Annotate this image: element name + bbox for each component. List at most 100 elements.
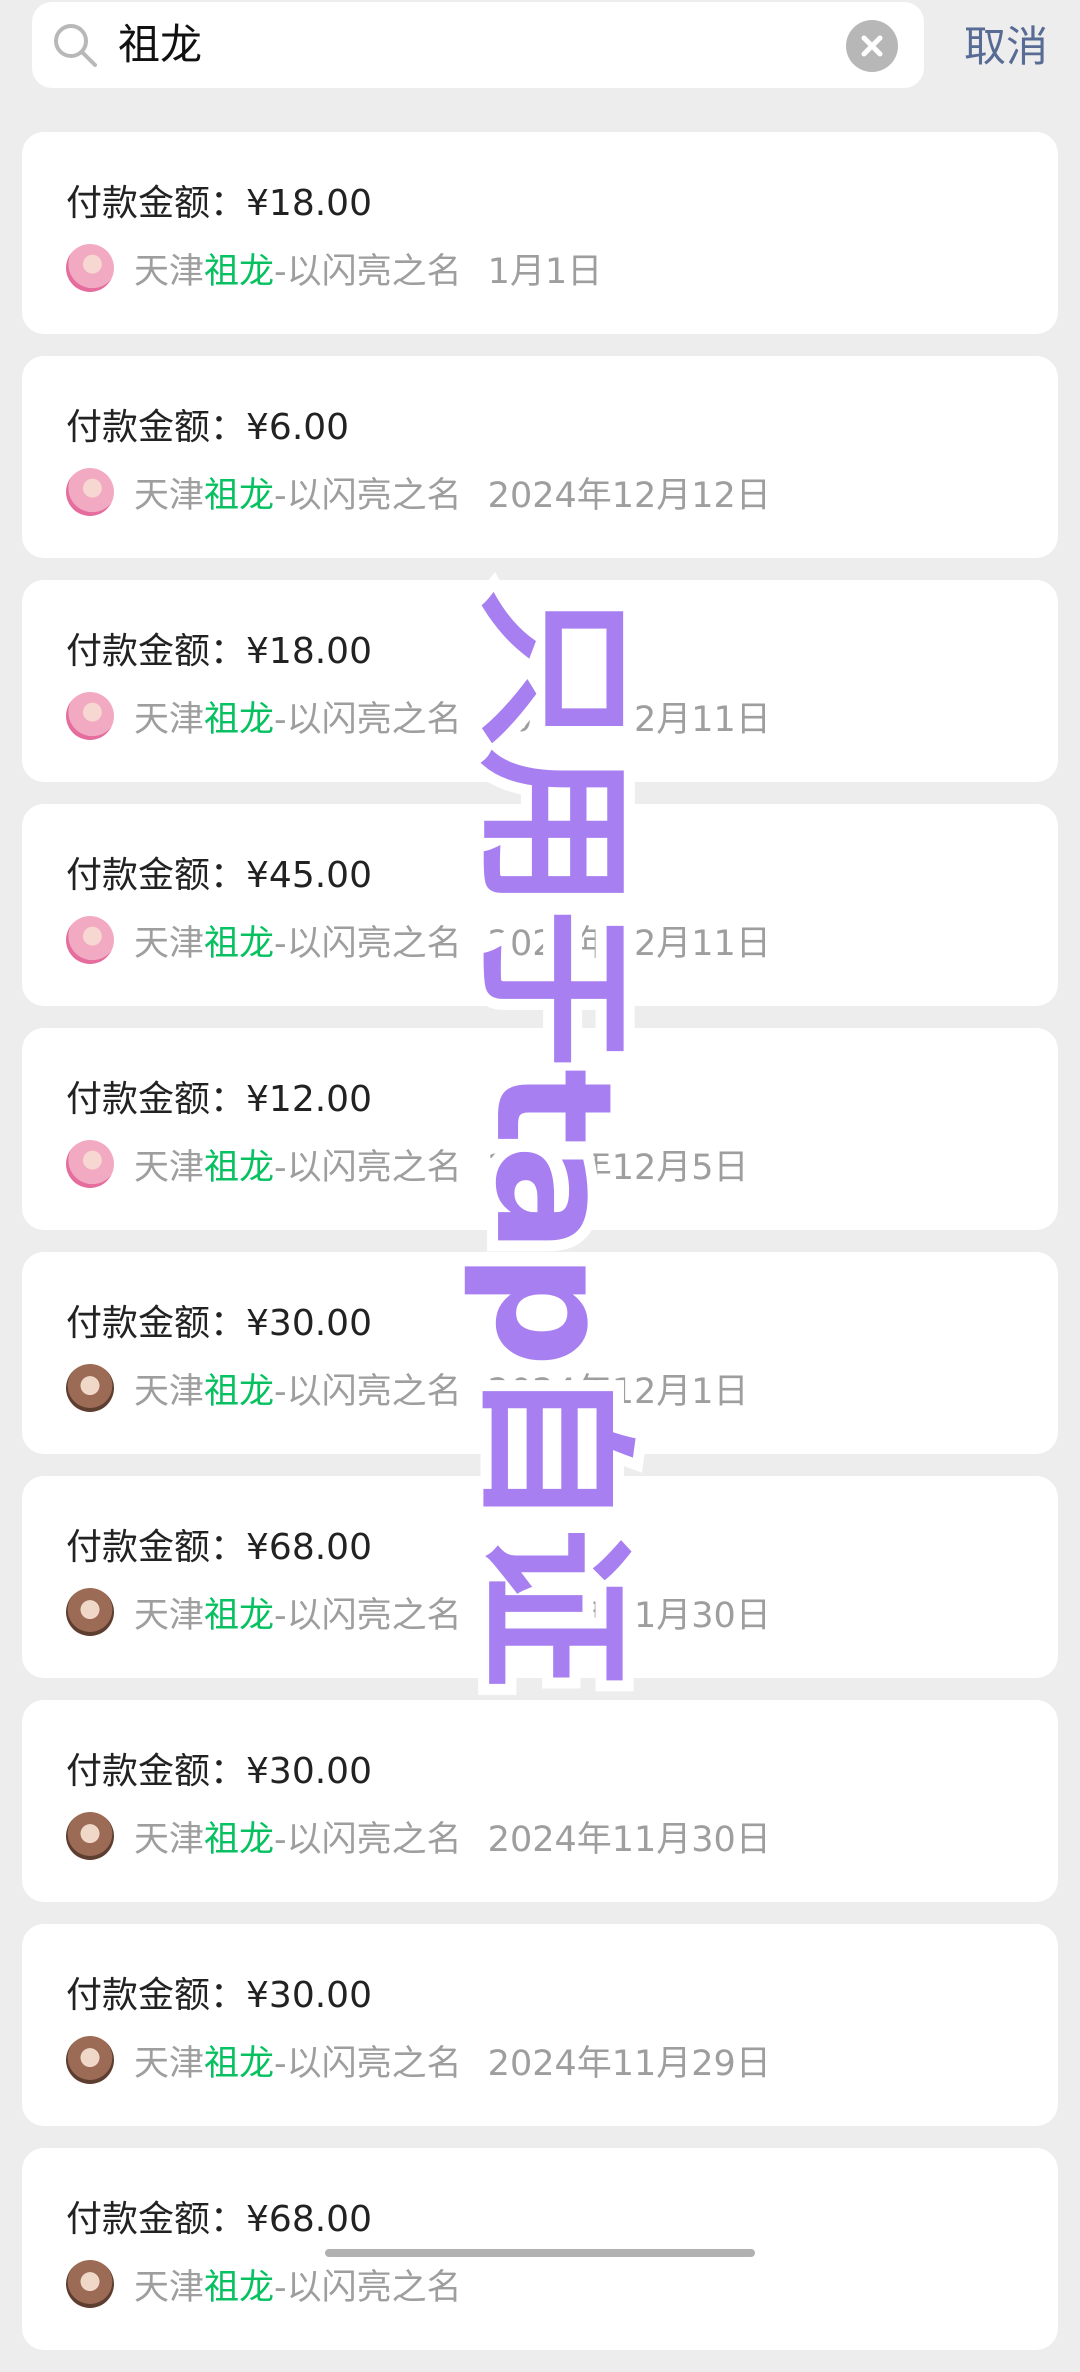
amount-value: ¥18.00 xyxy=(246,631,372,672)
payee-highlight: 祖龙 xyxy=(204,2267,275,2308)
search-icon xyxy=(54,24,97,67)
payment-card[interactable]: 付款金额：¥30.00 天津 祖龙 -以闪亮之名 2024年11月29日 xyxy=(22,1924,1058,2126)
home-indicator[interactable] xyxy=(325,2249,755,2257)
payee-name: -以闪亮之名 xyxy=(274,699,462,740)
amount-line: 付款金额：¥18.00 xyxy=(66,622,372,674)
payee-line: 天津 祖龙 -以闪亮之名 2024年12月5日 xyxy=(66,1138,749,1190)
amount-line: 付款金额：¥30.00 xyxy=(66,1294,372,1346)
payee-line: 天津 祖龙 -以闪亮之名 1月1日 xyxy=(66,242,602,294)
payee-name: -以闪亮之名 xyxy=(274,1147,462,1188)
payee-highlight: 祖龙 xyxy=(204,1595,275,1636)
payment-card[interactable]: 付款金额：¥45.00 天津 祖龙 -以闪亮之名 2024年12月11日 xyxy=(22,804,1058,1006)
payment-date: 2024年12月5日 xyxy=(487,1147,749,1188)
payee-name: -以闪亮之名 xyxy=(274,2267,462,2308)
amount-value: ¥6.00 xyxy=(246,407,350,448)
payee-name: -以闪亮之名 xyxy=(274,1595,462,1636)
payment-card[interactable]: 付款金额：¥18.00 天津 祖龙 -以闪亮之名 2024年12月11日 xyxy=(22,580,1058,782)
amount-value: ¥18.00 xyxy=(246,183,372,224)
amount-label: 付款金额： xyxy=(66,855,247,896)
search-query[interactable]: 祖龙 xyxy=(118,2,202,88)
payee-city: 天津 xyxy=(134,1147,205,1188)
payee-city: 天津 xyxy=(134,1819,205,1860)
clear-icon[interactable] xyxy=(846,20,898,72)
payment-date: 1月1日 xyxy=(487,251,603,292)
payee-line: 天津 祖龙 -以闪亮之名 2024年12月11日 xyxy=(66,690,771,742)
amount-line: 付款金额：¥12.00 xyxy=(66,1070,372,1122)
amount-line: 付款金额：¥68.00 xyxy=(66,2190,372,2242)
payment-date: 2024年12月11日 xyxy=(487,699,771,740)
payment-date: 2024年12月12日 xyxy=(487,475,771,516)
amount-label: 付款金额： xyxy=(66,1527,247,1568)
payment-date: 2024年12月1日 xyxy=(487,1371,749,1412)
payee-line: 天津 祖龙 -以闪亮之名 2024年11月29日 xyxy=(66,2034,771,2086)
payment-card[interactable]: 付款金额：¥18.00 天津 祖龙 -以闪亮之名 1月1日 xyxy=(22,132,1058,334)
payee-line: 天津 祖龙 -以闪亮之名 2024年11月30日 xyxy=(66,1586,771,1638)
avatar xyxy=(66,1140,114,1188)
avatar xyxy=(66,2036,114,2084)
amount-label: 付款金额： xyxy=(66,1303,247,1344)
payment-card[interactable]: 付款金额：¥30.00 天津 祖龙 -以闪亮之名 2024年12月1日 xyxy=(22,1252,1058,1454)
payment-card[interactable]: 付款金额：¥68.00 天津 祖龙 -以闪亮之名 2024年11月30日 xyxy=(22,1476,1058,1678)
search-input[interactable]: 祖龙 xyxy=(32,2,924,88)
payee-city: 天津 xyxy=(134,1595,205,1636)
amount-label: 付款金额： xyxy=(66,2199,247,2240)
payee-city: 天津 xyxy=(134,923,205,964)
amount-line: 付款金额：¥6.00 xyxy=(66,398,349,450)
payee-line: 天津 祖龙 -以闪亮之名 2024年12月1日 xyxy=(66,1362,749,1414)
payment-list: 付款金额：¥18.00 天津 祖龙 -以闪亮之名 1月1日 付款金额：¥6.00 天津… xyxy=(22,132,1058,2372)
amount-line: 付款金额：¥18.00 xyxy=(66,174,372,226)
amount-value: ¥45.00 xyxy=(246,855,372,896)
amount-line: 付款金额：¥68.00 xyxy=(66,1518,372,1570)
payee-highlight: 祖龙 xyxy=(204,1371,275,1412)
avatar xyxy=(66,692,114,740)
payment-card[interactable]: 付款金额：¥12.00 天津 祖龙 -以闪亮之名 2024年12月5日 xyxy=(22,1028,1058,1230)
payee-name: -以闪亮之名 xyxy=(274,923,462,964)
payee-line: 天津 祖龙 -以闪亮之名 2024年11月30日 xyxy=(66,1810,771,1862)
avatar xyxy=(66,1812,114,1860)
payee-highlight: 祖龙 xyxy=(204,251,275,292)
payee-name: -以闪亮之名 xyxy=(274,475,462,516)
payee-line: 天津 祖龙 -以闪亮之名 2024年12月12日 xyxy=(66,466,771,518)
amount-label: 付款金额： xyxy=(66,631,247,672)
payment-date: 2024年11月29日 xyxy=(487,2043,771,2084)
payee-line: 天津 祖龙 -以闪亮之名 xyxy=(66,2258,488,2310)
payment-date: 2024年11月30日 xyxy=(487,1595,771,1636)
amount-label: 付款金额： xyxy=(66,407,247,448)
avatar xyxy=(66,2260,114,2308)
payee-name: -以闪亮之名 xyxy=(274,1819,462,1860)
amount-label: 付款金额： xyxy=(66,1751,247,1792)
search-header: 祖龙 取消 xyxy=(32,2,1048,90)
amount-value: ¥12.00 xyxy=(246,1079,372,1120)
avatar xyxy=(66,916,114,964)
avatar xyxy=(66,468,114,516)
payment-card[interactable]: 付款金额：¥6.00 天津 祖龙 -以闪亮之名 2024年12月12日 xyxy=(22,356,1058,558)
amount-label: 付款金额： xyxy=(66,1975,247,2016)
payee-highlight: 祖龙 xyxy=(204,923,275,964)
amount-line: 付款金额：¥45.00 xyxy=(66,846,372,898)
amount-line: 付款金额：¥30.00 xyxy=(66,1742,372,1794)
payee-name: -以闪亮之名 xyxy=(274,1371,462,1412)
cancel-button[interactable]: 取消 xyxy=(964,2,1048,88)
payee-name: -以闪亮之名 xyxy=(274,251,462,292)
avatar xyxy=(66,244,114,292)
avatar xyxy=(66,1364,114,1412)
payee-name: -以闪亮之名 xyxy=(274,2043,462,2084)
amount-label: 付款金额： xyxy=(66,1079,247,1120)
amount-value: ¥30.00 xyxy=(246,1303,372,1344)
payee-city: 天津 xyxy=(134,2267,205,2308)
avatar xyxy=(66,1588,114,1636)
payee-city: 天津 xyxy=(134,2043,205,2084)
payment-card[interactable]: 付款金额：¥30.00 天津 祖龙 -以闪亮之名 2024年11月30日 xyxy=(22,1700,1058,1902)
payment-date: 2024年12月11日 xyxy=(487,923,771,964)
amount-value: ¥68.00 xyxy=(246,1527,372,1568)
payee-line: 天津 祖龙 -以闪亮之名 2024年12月11日 xyxy=(66,914,771,966)
payment-date: 2024年11月30日 xyxy=(487,1819,771,1860)
payee-highlight: 祖龙 xyxy=(204,1819,275,1860)
payee-highlight: 祖龙 xyxy=(204,1147,275,1188)
payee-city: 天津 xyxy=(134,1371,205,1412)
payee-city: 天津 xyxy=(134,251,205,292)
payee-city: 天津 xyxy=(134,475,205,516)
amount-value: ¥30.00 xyxy=(246,1751,372,1792)
amount-value: ¥30.00 xyxy=(246,1975,372,2016)
payee-city: 天津 xyxy=(134,699,205,740)
